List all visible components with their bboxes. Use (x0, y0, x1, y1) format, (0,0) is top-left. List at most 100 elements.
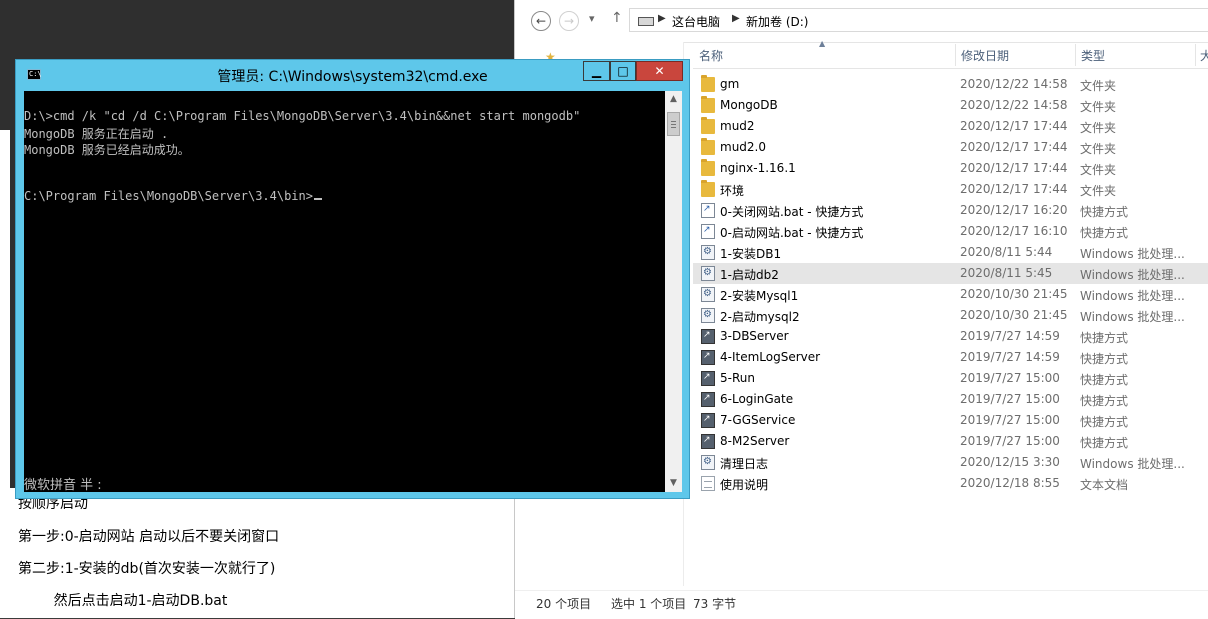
console-prompt-line[interactable]: C:\Program Files\MongoDB\Server\3.4\bin> (24, 189, 322, 203)
file-row[interactable]: 环境 2020/12/17 17:44 文件夹 (693, 179, 1208, 200)
status-selection: 选中 1 个项目 (611, 597, 687, 611)
scrollbar-thumb[interactable] (667, 112, 680, 136)
status-selection-size: 73 字节 (693, 597, 737, 611)
column-headers: ▲ 名称 修改日期 类型 大 (693, 39, 1208, 69)
breadcrumb-drive-d[interactable]: 新加卷 (D:) (746, 13, 808, 30)
app-shortcut-icon (701, 371, 715, 386)
file-type: Windows 批处理... (1080, 457, 1185, 471)
file-modified-date: 2019/7/27 15:00 (960, 392, 1060, 406)
file-row[interactable]: 清理日志 2020/12/15 3:30 Windows 批处理... (693, 452, 1208, 473)
file-modified-date: 2020/12/22 14:58 (960, 98, 1068, 112)
column-divider[interactable] (955, 44, 956, 66)
breadcrumb-separator-icon: ▶ (732, 13, 740, 24)
scroll-down-arrow-icon[interactable]: ▼ (665, 475, 682, 492)
file-modified-date: 2020/8/11 5:44 (960, 245, 1053, 259)
folder-icon (701, 159, 715, 176)
minimize-button[interactable]: ▁ (583, 61, 610, 81)
file-row[interactable]: 5-Run 2019/7/27 15:00 快捷方式 (693, 368, 1208, 389)
file-name: 0-关闭网站.bat - 快捷方式 (720, 205, 864, 219)
scroll-up-arrow-icon[interactable]: ▲ (665, 91, 682, 108)
address-bar[interactable]: ▶ 这台电脑 ▶ 新加卷 (D:) (629, 8, 1208, 32)
drive-icon (638, 17, 654, 26)
file-row[interactable]: 0-启动网站.bat - 快捷方式 2020/12/17 16:10 快捷方式 (693, 221, 1208, 242)
file-name: 环境 (720, 184, 745, 198)
file-type: Windows 批处理... (1080, 268, 1185, 282)
file-row[interactable]: 0-关闭网站.bat - 快捷方式 2020/12/17 16:20 快捷方式 (693, 200, 1208, 221)
grip-line (671, 127, 676, 128)
breadcrumb-separator-icon: ▶ (658, 13, 666, 24)
batch-file-icon (701, 308, 715, 323)
column-divider[interactable] (1195, 44, 1196, 66)
app-shortcut-icon (701, 350, 715, 365)
forward-button[interactable]: → (559, 11, 579, 31)
notepad-line: 第二步:1-安装的db(首次安装一次就行了) (18, 561, 276, 577)
file-name: 使用说明 (720, 478, 769, 492)
sort-ascending-icon: ▲ (819, 39, 826, 48)
text-cursor (313, 198, 322, 200)
file-row[interactable]: nginx-1.16.1 2020/12/17 17:44 文件夹 (693, 158, 1208, 179)
file-name: mud2 (720, 119, 755, 133)
file-type: 文件夹 (1080, 79, 1117, 93)
file-name: MongoDB (720, 98, 778, 112)
file-row[interactable]: mud2.0 2020/12/17 17:44 文件夹 (693, 137, 1208, 158)
file-modified-date: 2019/7/27 15:00 (960, 413, 1060, 427)
grip-line (671, 121, 676, 122)
file-modified-date: 2020/12/17 17:44 (960, 182, 1068, 196)
batch-file-icon (701, 287, 715, 302)
console-line: MongoDB 服务正在启动 . (24, 127, 169, 141)
shortcut-icon (701, 224, 715, 239)
close-button[interactable]: ✕ (636, 61, 683, 81)
column-header-name[interactable]: 名称 (699, 47, 723, 64)
file-row[interactable]: 6-LoginGate 2019/7/27 15:00 快捷方式 (693, 389, 1208, 410)
file-modified-date: 2019/7/27 14:59 (960, 350, 1060, 364)
file-row[interactable]: 1-启动db2 2020/8/11 5:45 Windows 批处理... (693, 263, 1208, 284)
maximize-button[interactable]: □ (610, 61, 636, 81)
file-name: mud2.0 (720, 140, 766, 154)
file-name: 1-启动db2 (720, 268, 779, 282)
up-button[interactable]: ↑ (611, 10, 623, 26)
back-button[interactable]: ← (531, 11, 551, 31)
file-row[interactable]: mud2 2020/12/17 17:44 文件夹 (693, 116, 1208, 137)
file-modified-date: 2020/12/17 17:44 (960, 161, 1068, 175)
file-type: Windows 批处理... (1080, 289, 1185, 303)
file-type: Windows 批处理... (1080, 247, 1185, 261)
batch-file-icon (701, 266, 715, 281)
cmd-scrollbar[interactable]: ▲ ▼ (665, 91, 682, 492)
folder-icon (701, 138, 715, 155)
file-row[interactable]: gm 2020/12/22 14:58 文件夹 (693, 74, 1208, 95)
file-row[interactable]: 2-安装Mysql1 2020/10/30 21:45 Windows 批处理... (693, 284, 1208, 305)
file-row[interactable]: 3-DBServer 2019/7/27 14:59 快捷方式 (693, 326, 1208, 347)
column-header-size[interactable]: 大 (1200, 47, 1208, 64)
file-row[interactable]: 1-安装DB1 2020/8/11 5:44 Windows 批处理... (693, 242, 1208, 263)
file-row[interactable]: 7-GGService 2019/7/27 15:00 快捷方式 (693, 410, 1208, 431)
file-row[interactable]: MongoDB 2020/12/22 14:58 文件夹 (693, 95, 1208, 116)
console-line: D:\>cmd /k "cd /d C:\Program Files\Mongo… (24, 109, 581, 123)
file-name: 5-Run (720, 371, 755, 385)
file-name: 4-ItemLogServer (720, 350, 821, 364)
batch-file-icon (701, 245, 715, 260)
cmd-window[interactable]: C:\ 管理员: C:\Windows\system32\cmd.exe ▁ □… (15, 59, 690, 499)
status-bar: 20 个项目 选中 1 个项目 73 字节 (515, 590, 1208, 619)
notepad-text-area[interactable]: 按顺序启动 第一步:0-启动网站 启动以后不要关闭窗口 第二步:1-安装的db(… (0, 488, 514, 618)
breadcrumb-this-pc[interactable]: 这台电脑 (672, 13, 720, 30)
file-row[interactable]: 2-启动mysql2 2020/10/30 21:45 Windows 批处理... (693, 305, 1208, 326)
file-modified-date: 2020/12/17 16:20 (960, 203, 1068, 217)
app-shortcut-icon (701, 434, 715, 449)
folder-icon (701, 180, 715, 197)
cmd-console-output[interactable]: D:\>cmd /k "cd /d C:\Program Files\Mongo… (24, 91, 665, 493)
column-header-date[interactable]: 修改日期 (961, 47, 1009, 64)
file-row[interactable]: 4-ItemLogServer 2019/7/27 14:59 快捷方式 (693, 347, 1208, 368)
notepad-line: 然后点击启动1-启动DB.bat (18, 593, 228, 609)
file-type: 文件夹 (1080, 121, 1117, 135)
file-type: 文件夹 (1080, 100, 1117, 114)
column-divider[interactable] (1075, 44, 1076, 66)
column-header-type[interactable]: 类型 (1081, 47, 1105, 64)
file-modified-date: 2020/8/11 5:45 (960, 266, 1053, 280)
file-row[interactable]: 使用说明 2020/12/18 8:55 文本文档 (693, 473, 1208, 494)
grip-line (671, 124, 676, 125)
file-row[interactable]: 8-M2Server 2019/7/27 15:00 快捷方式 (693, 431, 1208, 452)
status-item-count: 20 个项目 (536, 597, 592, 611)
cmd-title-bar[interactable]: C:\ 管理员: C:\Windows\system32\cmd.exe ▁ □… (16, 60, 689, 90)
file-name: 1-安装DB1 (720, 247, 782, 261)
recent-locations-chevron-icon[interactable]: ▾ (589, 12, 595, 25)
